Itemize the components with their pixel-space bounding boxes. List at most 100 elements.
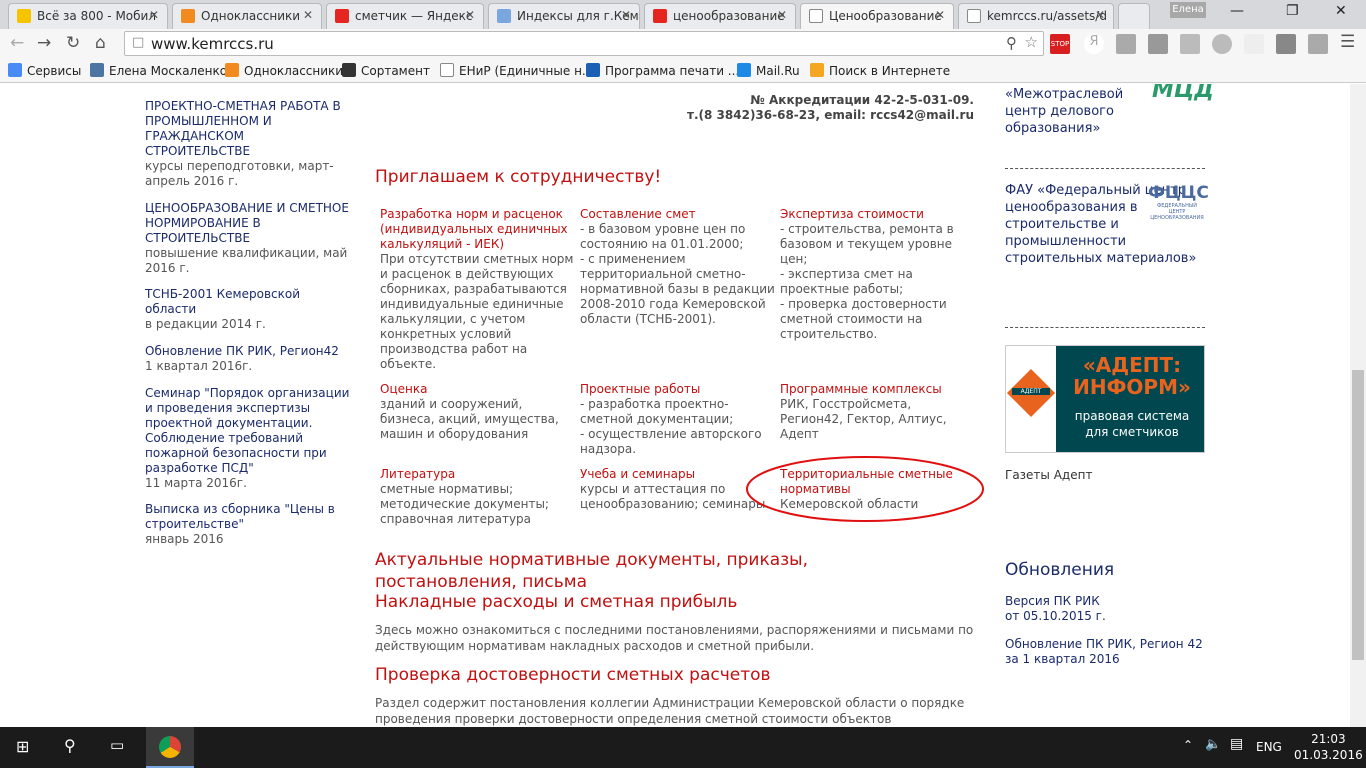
globe-icon[interactable] [1212,34,1232,54]
overhead-heading[interactable]: Накладные расходы и сметная прибыль [375,592,737,612]
news-link[interactable]: Выписка из сборника "Цены в строительств… [145,502,350,532]
close-tab-icon[interactable]: ✕ [303,8,313,22]
service-link[interactable]: Литература [380,467,575,482]
check-heading[interactable]: Проверка достоверности сметных расчетов [375,665,771,685]
close-window-button[interactable]: ✕ [1335,3,1347,19]
bookmark-label: Одноклассники [244,64,344,78]
back-button[interactable]: ← [10,33,24,53]
mail-icon[interactable] [1116,34,1136,54]
close-tab-icon[interactable]: ✕ [621,8,631,22]
service-link[interactable]: Программные комплексы [780,382,975,397]
tab[interactable]: Всё за 800 - Мобил ✕ [8,3,168,29]
fccs-logo[interactable]: ФЦЦС ФЕДЕРАЛЬНЫЙ ЦЕНТР ЦЕНООБРАЗОВАНИЯ [1148,183,1209,221]
bookmark-favicon-icon [440,63,454,77]
bookmark-favicon-icon [737,63,751,77]
tab[interactable]: Индексы для г.Кем ✕ [488,3,640,29]
bookmark-item[interactable]: Одноклассники [225,63,343,78]
new-tab-button[interactable] [1118,3,1150,29]
bookmark-item[interactable]: Mail.Ru [737,63,800,78]
bookmark-item[interactable]: Программа печати ... [586,63,739,78]
bookmark-item[interactable]: Сервисы [8,63,81,78]
calculator-icon[interactable] [1180,34,1200,54]
close-tab-icon[interactable]: ✕ [777,8,787,22]
service-link[interactable]: Оценка [380,382,575,397]
news-link[interactable]: ПРОЕКТНО-СМЕТНАЯ РАБОТА В ПРОМЫШЛЕННОМ И… [145,99,350,159]
service-text: РИК, Госстройсмета, Регион42, Гектор, Ал… [780,397,947,441]
close-tab-icon[interactable]: ✕ [935,8,945,22]
news-link[interactable]: Семинар "Порядок организации и проведени… [145,386,350,476]
menu-icon[interactable]: ☰ [1340,32,1355,52]
service-link[interactable]: Разработка норм и расценок (индивидуальн… [380,207,575,252]
adept-newspaper-link[interactable]: Газеты Адепт [1005,467,1092,484]
bookmark-label: Елена Москаленко [109,64,228,78]
mcdo-link[interactable]: «Межотраслевой центр делового образовани… [1005,86,1130,137]
restore-button[interactable]: ❐ [1286,3,1299,19]
service-text: При отсутствии сметных норм и расценок в… [380,252,574,371]
tray-chevron-icon[interactable]: ⌃ [1183,738,1193,752]
adept-banner[interactable]: АДЕПТ «АДЕПТ: ИНФОРМ» правовая система д… [1005,345,1205,453]
address-bar[interactable]: □ www.kemrccs.ru ⚲ ☆ [124,31,1044,56]
tab[interactable]: сметчик — Яндекс ✕ [326,3,484,29]
notifications-icon[interactable]: ▤ [1230,736,1243,752]
forward-button[interactable]: → [37,33,51,53]
bookmark-item[interactable]: ЕНиР (Единичные н... [440,63,593,78]
profile-button[interactable]: Елена [1170,2,1206,18]
search-icon[interactable]: ⚲ [64,736,76,755]
service-link[interactable]: Экспертиза стоимости [780,207,975,222]
update-date: от 05.10.2015 г. [1005,609,1106,623]
news-link[interactable]: ЦЕНООБРАЗОВАНИЕ И СМЕТНОЕ НОРМИРОВАНИЕ В… [145,201,350,246]
scrollbar[interactable] [1350,84,1366,727]
bookmark-icon[interactable] [1276,34,1296,54]
bookmark-item[interactable]: Елена Москаленко [90,63,227,78]
yandex-icon[interactable]: Я [1084,34,1104,54]
bookmark-label: Сервисы [27,64,82,78]
close-tab-icon[interactable]: ✕ [465,8,475,22]
scrollbar-thumb[interactable] [1352,370,1364,660]
adblock-stop-icon[interactable]: STOP [1050,34,1070,54]
service-link[interactable]: Составление смет [580,207,775,222]
reload-button[interactable]: ↻ [66,33,80,53]
service-text: зданий и сооружений, бизнеса, акций, иму… [380,397,559,441]
yandex-icon [335,9,349,23]
divider [1005,168,1205,169]
extension-icon[interactable] [1244,34,1264,54]
key-icon[interactable]: ⚲ [1006,34,1017,52]
update-link[interactable]: Обновление ПК РИК, Регион 42 [1005,637,1203,652]
news-link[interactable]: ТСНБ-2001 Кемеровской области [145,287,350,317]
copy-icon[interactable] [1148,34,1168,54]
bookmark-item[interactable]: Поиск в Интернете [810,63,950,78]
accreditation: № Аккредитации 42-2-5-031-09. [750,93,974,107]
news-item: Семинар "Порядок организации и проведени… [145,386,350,491]
invite-heading: Приглашаем к сотрудничеству! [375,167,662,187]
service-item: Составление смет - в базовом уровне цен п… [580,207,775,327]
language-indicator[interactable]: ENG [1256,740,1282,754]
service-item: Экспертиза стоимости - строительства, рем… [780,207,975,342]
bookmark-item[interactable]: Сортамент [342,63,430,78]
tab[interactable]: kemrccs.ru/assets/d ✕ [958,3,1114,29]
service-item: Проектные работы - разработка проектно-см… [580,382,775,457]
bookmark-favicon-icon [8,63,22,77]
minimize-button[interactable]: — [1230,3,1244,19]
task-view-icon[interactable]: ▭ [110,736,124,754]
clock[interactable]: 21:03 01.03.2016 [1294,731,1363,763]
mcdo-logo[interactable]: МЦД [1152,84,1214,103]
close-tab-icon[interactable]: ✕ [1095,8,1105,22]
service-link[interactable]: Проектные работы [580,382,775,397]
update-link[interactable]: Версия ПК РИК [1005,594,1106,609]
tab[interactable]: Ценообразование ✕ [800,3,954,30]
news-link[interactable]: Обновление ПК РИК, Регион42 [145,344,350,359]
news-subtitle: курсы переподготовки, март-апрель 2016 г… [145,159,334,188]
volume-icon[interactable]: 🔈 [1205,737,1221,752]
news-subtitle: 11 марта 2016г. [145,476,247,490]
chrome-icon [159,736,181,758]
tab[interactable]: ценообразование ✕ [644,3,796,29]
home-button[interactable]: ⌂ [95,33,106,53]
news-item: Выписка из сборника "Цены в строительств… [145,502,350,547]
bookmark-star-icon[interactable]: ☆ [1025,33,1038,51]
docs-heading[interactable]: Актуальные нормативные документы, приказ… [375,549,935,593]
close-tab-icon[interactable]: ✕ [149,8,159,22]
mail-icon[interactable] [1308,34,1328,54]
chrome-taskbar-button[interactable] [146,727,194,768]
windows-start-icon[interactable]: ⊞ [16,737,29,756]
tab[interactable]: Одноклассники ✕ [172,3,322,29]
